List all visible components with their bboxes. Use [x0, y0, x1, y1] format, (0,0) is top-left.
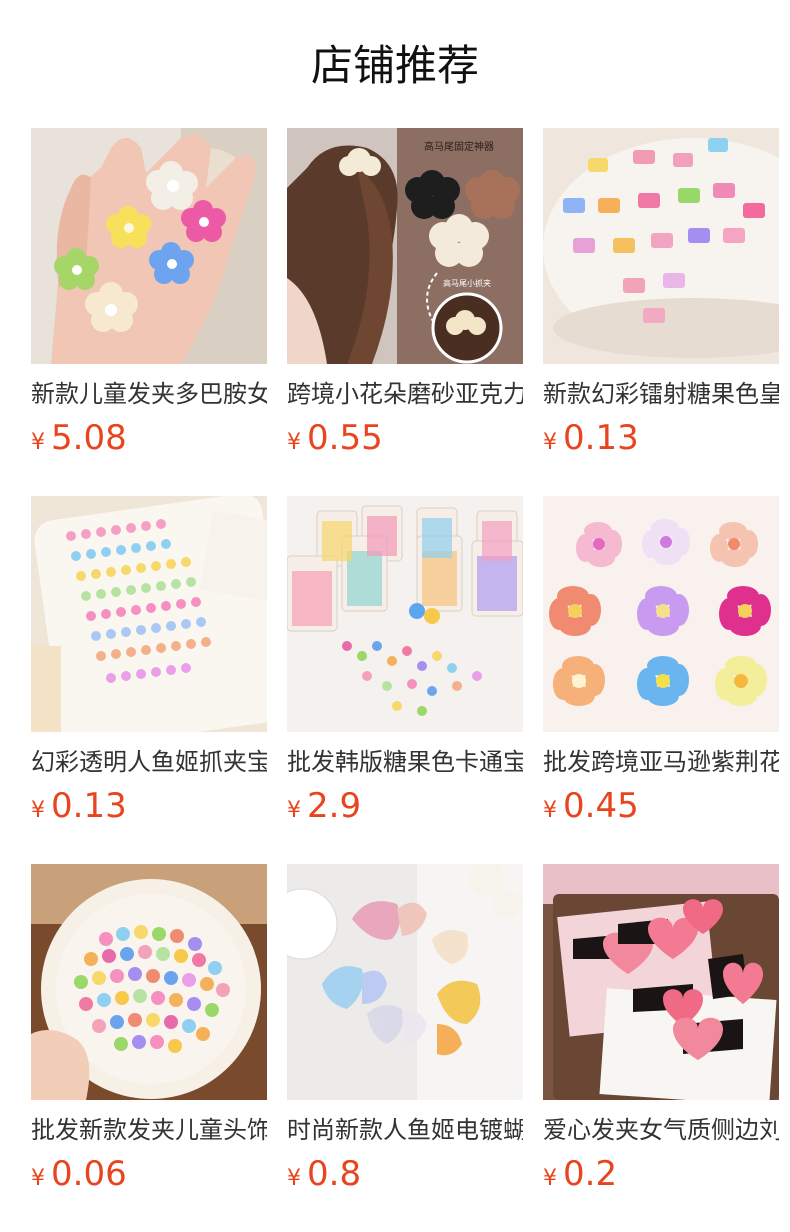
product-name[interactable]: 爱心发夹女气质侧边刘: [543, 1114, 779, 1146]
product-price: ¥0.13: [31, 786, 267, 826]
product-image[interactable]: [31, 864, 267, 1100]
product-image[interactable]: [543, 864, 779, 1100]
flower-clips-in-hand-image: [31, 128, 267, 364]
currency-symbol: ¥: [287, 798, 301, 823]
image-caption-bottom: 高马尾小抓夹: [443, 278, 491, 288]
plumeria-flower-claws-image: [543, 496, 779, 732]
shop-recommendations-page: 店铺推荐 新款儿童发夹多巴胺女 ¥ 5.08 高马尾固定神器 高马尾小抓夹 跨境…: [0, 0, 790, 1232]
crown-clips-on-plate-image: [543, 128, 779, 364]
price-value: 2.9: [307, 786, 362, 826]
product-grid: 新款儿童发夹多巴胺女 ¥5.08 高马尾固定神器 高马尾小抓夹 跨境小花朵磨砂亚…: [31, 128, 790, 1232]
product-image[interactable]: [31, 128, 267, 364]
product-price: ¥0.2: [543, 1154, 779, 1194]
plate-of-mini-clips-image: [31, 864, 267, 1100]
currency-symbol: ¥: [31, 1166, 45, 1191]
price-value: 0.55: [307, 418, 383, 458]
product-card[interactable]: 时尚新款人鱼姬电镀蝴 ¥0.8: [287, 864, 523, 1232]
price-value: 0.2: [563, 1154, 618, 1194]
product-name[interactable]: 跨境小花朵磨砂亚克力: [287, 378, 523, 410]
product-name[interactable]: 批发韩版糖果色卡通宝: [287, 746, 523, 778]
product-name[interactable]: 批发新款发夹儿童头饰: [31, 1114, 267, 1146]
product-card[interactable]: 批发韩版糖果色卡通宝 ¥2.9: [287, 496, 523, 864]
product-name[interactable]: 时尚新款人鱼姬电镀蝴: [287, 1114, 523, 1146]
page-title: 店铺推荐: [310, 41, 479, 90]
butterfly-claw-clips-image: [287, 864, 523, 1100]
currency-symbol: ¥: [287, 430, 301, 455]
product-image[interactable]: [287, 496, 523, 732]
product-price: ¥2.9: [287, 786, 523, 826]
product-image[interactable]: [31, 496, 267, 732]
price-value: 0.8: [307, 1154, 362, 1194]
product-image[interactable]: [543, 128, 779, 364]
price-value: 0.06: [51, 1154, 127, 1194]
product-price: ¥0.13: [543, 418, 779, 458]
currency-symbol: ¥: [543, 430, 557, 455]
product-card[interactable]: 幻彩透明人鱼姬抓夹宝 ¥0.13: [31, 496, 267, 864]
currency-symbol: ¥: [543, 1166, 557, 1191]
price-value: 0.13: [51, 786, 127, 826]
boxed-candy-clips-image: [287, 496, 523, 732]
image-caption-top: 高马尾固定神器: [424, 140, 494, 153]
product-price: ¥5.08: [31, 418, 267, 458]
currency-symbol: ¥: [31, 430, 45, 455]
product-name[interactable]: 新款儿童发夹多巴胺女: [31, 378, 267, 410]
product-card[interactable]: 高马尾固定神器 高马尾小抓夹 跨境小花朵磨砂亚克力 ¥ 0.55: [287, 128, 523, 496]
currency-symbol: ¥: [287, 1166, 301, 1191]
price-value: 0.13: [563, 418, 639, 458]
product-image[interactable]: [543, 496, 779, 732]
product-image[interactable]: 高马尾固定神器 高马尾小抓夹: [287, 128, 523, 364]
price-value: 5.08: [51, 418, 127, 458]
product-card[interactable]: 新款儿童发夹多巴胺女 ¥5.08: [31, 128, 267, 496]
product-image[interactable]: [287, 864, 523, 1100]
product-card[interactable]: 批发新款发夹儿童头饰 ¥0.06: [31, 864, 267, 1232]
product-name[interactable]: 幻彩透明人鱼姬抓夹宝: [31, 746, 267, 778]
currency-symbol: ¥: [543, 798, 557, 823]
product-card[interactable]: 批发跨境亚马逊紫荆花 ¥0.45: [543, 496, 779, 864]
product-card[interactable]: 新款幻彩镭射糖果色皇 ¥0.13: [543, 128, 779, 496]
product-price: ¥0.8: [287, 1154, 523, 1194]
price-value: 0.45: [563, 786, 639, 826]
product-price: ¥0.06: [31, 1154, 267, 1194]
product-name[interactable]: 批发跨境亚马逊紫荆花: [543, 746, 779, 778]
ponytail-flower-claw-image: 高马尾固定神器 高马尾小抓夹: [287, 128, 523, 364]
heart-side-clips-image: [543, 864, 779, 1100]
product-price: ¥0.55: [287, 418, 523, 458]
currency-symbol: ¥: [31, 798, 45, 823]
product-price: ¥0.45: [543, 786, 779, 826]
mini-claw-rows-image: [31, 496, 267, 732]
product-name[interactable]: 新款幻彩镭射糖果色皇: [543, 378, 779, 410]
product-card[interactable]: 爱心发夹女气质侧边刘 ¥0.2: [543, 864, 779, 1232]
